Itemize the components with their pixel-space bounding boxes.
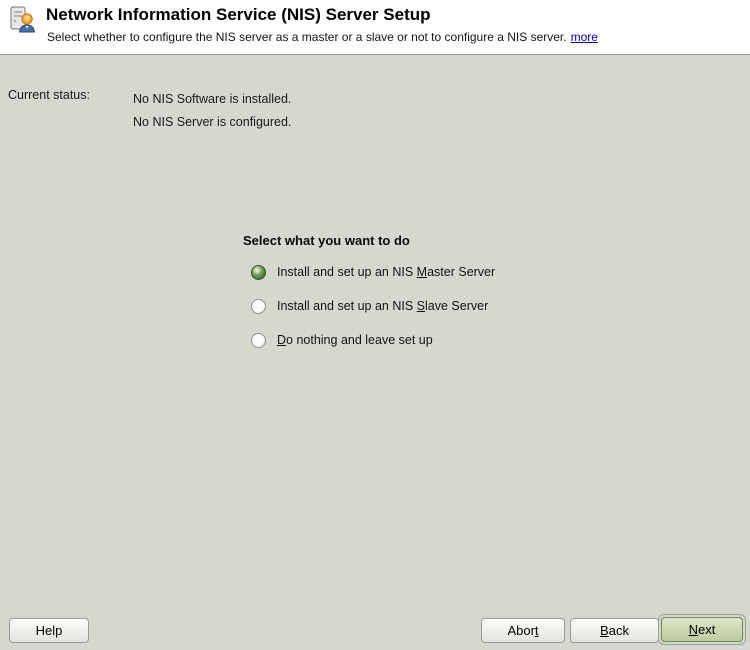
next-button-focus-frame: Next — [658, 614, 746, 645]
radio-option-label: Install and set up an NIS Slave Server — [277, 299, 488, 313]
radio-option-do-nothing[interactable]: Do nothing and leave set up — [251, 332, 433, 348]
radio-button-icon[interactable] — [251, 265, 266, 280]
radio-option-slave-server[interactable]: Install and set up an NIS Slave Server — [251, 298, 488, 314]
page-subtitle: Select whether to configure the NIS serv… — [47, 30, 598, 44]
wizard-header: Network Information Service (NIS) Server… — [0, 0, 750, 55]
nis-setup-dialog: Network Information Service (NIS) Server… — [0, 0, 750, 650]
page-subtitle-text: Select whether to configure the NIS serv… — [47, 30, 567, 44]
selection-heading: Select what you want to do — [243, 233, 410, 248]
status-line-server: No NIS Server is configured. — [133, 115, 291, 129]
radio-option-label: Install and set up an NIS Master Server — [277, 265, 495, 279]
current-status-label: Current status: — [8, 88, 90, 102]
page-title: Network Information Service (NIS) Server… — [46, 5, 431, 25]
abort-button[interactable]: Abort — [481, 618, 565, 643]
nis-server-icon — [8, 5, 38, 35]
radio-button-icon[interactable] — [251, 299, 266, 314]
back-button[interactable]: Back — [570, 618, 659, 643]
radio-option-label: Do nothing and leave set up — [277, 333, 433, 347]
radio-button-icon[interactable] — [251, 333, 266, 348]
more-link[interactable]: more — [571, 30, 598, 44]
radio-option-master-server[interactable]: Install and set up an NIS Master Server — [251, 264, 495, 280]
next-button[interactable]: Next — [661, 617, 743, 642]
status-line-software: No NIS Software is installed. — [133, 92, 291, 106]
help-button[interactable]: Help — [9, 618, 89, 643]
